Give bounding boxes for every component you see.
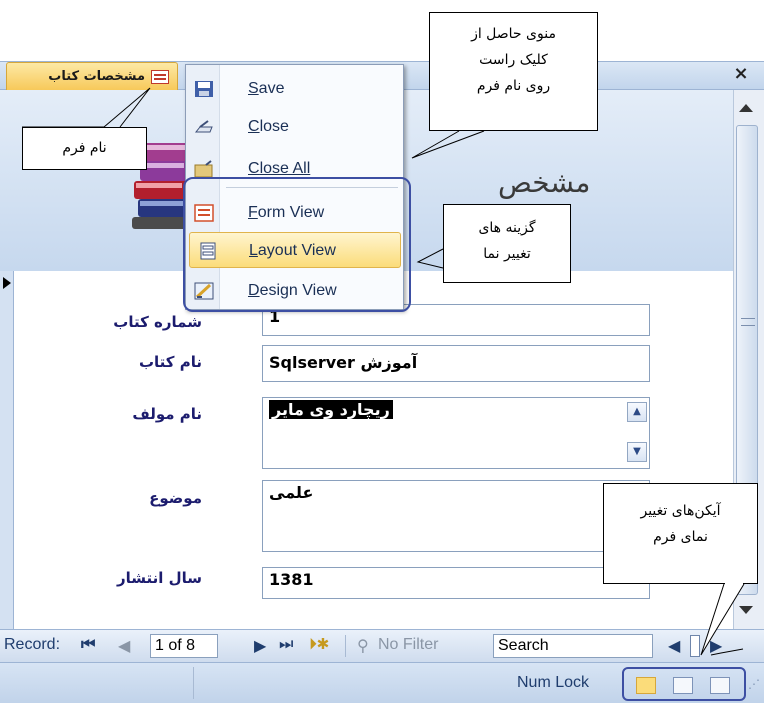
subject-value: علمی bbox=[269, 483, 314, 502]
scroll-down-icon[interactable] bbox=[739, 606, 753, 614]
callout-views-line-2: تغییر نما bbox=[483, 246, 531, 262]
callout-icons-line-2: نمای فرم bbox=[653, 529, 708, 545]
close-form-button[interactable]: × bbox=[730, 62, 752, 86]
author-field[interactable]: ریچارد وی مایر ▲ ▼ bbox=[262, 397, 650, 469]
scroll-up-icon[interactable] bbox=[739, 104, 753, 112]
book-name-label: نام کتاب bbox=[138, 353, 202, 371]
hscroll-thumb[interactable] bbox=[690, 635, 700, 657]
menu-item-save-label: Save bbox=[248, 80, 285, 97]
view-options-callout: گزینه های تغییر نما bbox=[443, 204, 571, 283]
publish-year-label: سال انتشار bbox=[116, 569, 202, 587]
thumb-grip-icon bbox=[741, 318, 755, 326]
callout-menu-line-2: کلیک راست bbox=[479, 52, 548, 68]
author-label: نام مولف bbox=[132, 405, 202, 423]
next-record-icon[interactable]: ▶ bbox=[254, 636, 266, 656]
menu-item-save[interactable]: Save bbox=[186, 71, 403, 107]
publish-year-field[interactable]: 1381 bbox=[262, 567, 650, 599]
close-all-icon bbox=[194, 160, 213, 178]
search-input[interactable]: Search bbox=[493, 634, 653, 658]
status-separator bbox=[193, 667, 194, 699]
callout-menu-line-1: منوی حاصل از bbox=[471, 26, 556, 42]
first-record-icon[interactable]: ⏮ bbox=[81, 636, 95, 654]
author-scroll-up-icon[interactable]: ▲ bbox=[627, 402, 647, 422]
menu-item-close-label: Close bbox=[248, 118, 289, 135]
num-lock-indicator: Num Lock bbox=[517, 674, 590, 691]
no-filter-button[interactable]: No Filter bbox=[378, 636, 438, 654]
filter-icon: ⚲ bbox=[357, 638, 369, 655]
form-view-status-icon[interactable] bbox=[636, 677, 656, 694]
form-tab-title: مشخصات کتاب bbox=[48, 69, 145, 84]
status-bar: Num Lock ⋰ bbox=[0, 662, 764, 703]
hscroll-right-icon[interactable]: ▶ bbox=[710, 636, 722, 656]
save-icon bbox=[195, 81, 213, 97]
menu-item-close-all-label: Close All bbox=[248, 160, 311, 177]
last-record-icon[interactable]: ⏭ bbox=[279, 636, 293, 654]
current-record-input[interactable]: 1 of 8 bbox=[150, 634, 218, 658]
author-value: ریچارد وی مایر bbox=[269, 400, 393, 419]
view-icons-group bbox=[622, 667, 746, 701]
callout-views-line-1: گزینه های bbox=[478, 220, 536, 236]
book-number-label: شماره کتاب bbox=[113, 313, 202, 331]
resize-grip-icon[interactable]: ⋰ bbox=[748, 677, 760, 691]
design-view-status-icon[interactable] bbox=[710, 677, 730, 694]
callout-icons-line-1: آیکن‌های تغییر bbox=[640, 503, 721, 519]
author-scroll-down-icon[interactable]: ▼ bbox=[627, 442, 647, 462]
record-selector[interactable] bbox=[0, 271, 14, 629]
book-name-field[interactable]: آموزش Sqlserver bbox=[262, 345, 650, 382]
close-form-icon bbox=[194, 120, 213, 133]
record-label: Record: bbox=[4, 636, 61, 653]
new-record-icon[interactable]: ⏵✱ bbox=[309, 636, 329, 654]
subject-label: موضوع bbox=[149, 489, 202, 507]
view-options-highlight bbox=[183, 177, 411, 312]
book-name-value: آموزش Sqlserver bbox=[269, 353, 418, 372]
layout-view-status-icon[interactable] bbox=[673, 677, 693, 694]
form-tab[interactable]: مشخصات کتاب bbox=[6, 62, 178, 90]
callout-menu-line-3: روی نام فرم bbox=[476, 78, 551, 94]
hscroll-left-icon[interactable]: ◀ bbox=[668, 636, 680, 656]
context-menu-callout: منوی حاصل از کلیک راست روی نام فرم bbox=[429, 12, 598, 131]
record-navigation-bar: Record: ⏮ ◀ 1 of 8 ▶ ⏭ ⏵✱ ⚲ No Filter Se… bbox=[0, 629, 764, 662]
subject-field[interactable]: علمی bbox=[262, 480, 650, 552]
form-icon bbox=[151, 69, 169, 84]
nav-separator bbox=[345, 635, 346, 657]
view-icons-callout: آیکن‌های تغییر نمای فرم bbox=[603, 483, 758, 584]
menu-item-close[interactable]: Close bbox=[186, 109, 403, 145]
form-header-title: مشخص bbox=[498, 166, 591, 199]
form-name-callout: نام فرم bbox=[22, 127, 147, 170]
previous-record-icon[interactable]: ◀ bbox=[118, 636, 130, 656]
